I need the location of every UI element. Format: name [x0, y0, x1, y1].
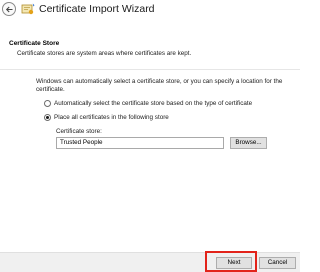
radio-button[interactable]: [44, 99, 51, 107]
page-header: Certificate Store Certificate stores are…: [0, 28, 300, 70]
back-button[interactable]: [2, 2, 16, 16]
certificate-store-field[interactable]: Trusted People: [56, 137, 224, 149]
page-title: Certificate Store: [9, 40, 60, 47]
page-description: Certificate stores are system areas wher…: [17, 50, 192, 57]
next-button-highlight: [205, 251, 257, 272]
radio-label: Place all certificates in the following …: [54, 113, 169, 121]
radio-place-in-store[interactable]: Place all certificates in the following …: [44, 112, 169, 122]
cancel-button[interactable]: Cancel: [259, 257, 296, 269]
browse-button[interactable]: Browse...: [230, 137, 267, 149]
title-bar: Certificate Import Wizard: [0, 0, 300, 28]
radio-label: Automatically select the certificate sto…: [54, 99, 253, 107]
window-title: Certificate Import Wizard: [39, 3, 155, 15]
back-arrow-icon: [5, 6, 13, 13]
certificate-store-label: Certificate store:: [56, 128, 102, 135]
radio-auto-select[interactable]: Automatically select the certificate sto…: [44, 98, 252, 108]
certificate-icon: [21, 3, 35, 15]
radio-button[interactable]: [44, 113, 51, 121]
intro-text: Windows can automatically select a certi…: [36, 78, 283, 93]
